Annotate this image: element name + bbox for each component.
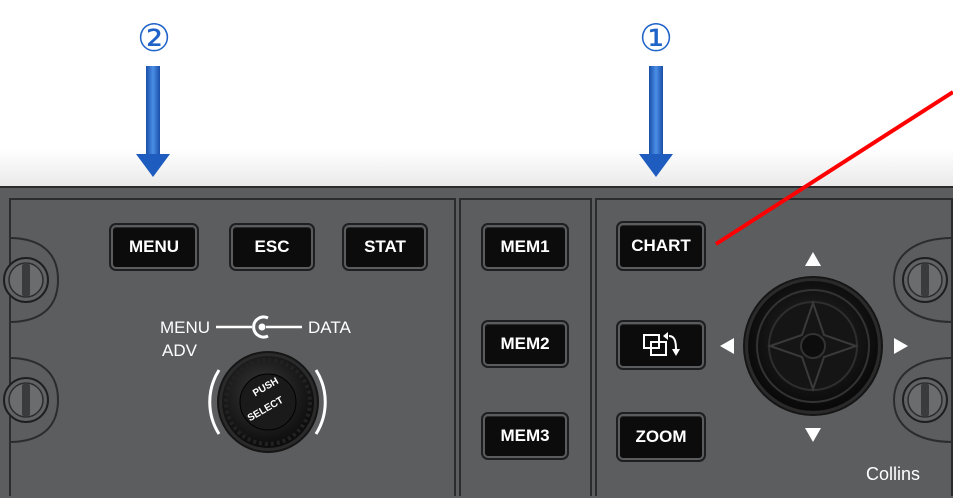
mount-screws-left-icon bbox=[3, 237, 60, 443]
triangle-left-icon bbox=[720, 338, 734, 354]
down-arrow-2-icon bbox=[136, 66, 170, 177]
triangle-down-icon bbox=[805, 428, 821, 442]
joystick[interactable] bbox=[748, 281, 878, 411]
down-arrow-1-icon bbox=[639, 66, 673, 177]
mem2-button[interactable]: MEM2 bbox=[483, 322, 567, 366]
triangle-up-icon bbox=[805, 252, 821, 266]
toggle-connector-icon bbox=[216, 315, 302, 339]
window-swap-icon bbox=[643, 332, 680, 356]
red-pointer-line bbox=[714, 90, 953, 246]
push-select-knob[interactable]: PUSH SELECT bbox=[222, 356, 314, 448]
knob-label-adv: ADV bbox=[162, 341, 197, 360]
window-swap-button[interactable] bbox=[618, 322, 704, 368]
joystick-icon bbox=[756, 289, 870, 403]
stat-button[interactable]: STAT bbox=[344, 225, 426, 269]
knob-label-data: DATA bbox=[308, 318, 351, 337]
triangle-right-icon bbox=[894, 338, 908, 354]
menu-button[interactable]: MENU bbox=[111, 225, 197, 269]
zoom-button[interactable]: ZOOM bbox=[618, 414, 704, 460]
mount-screws-right-icon bbox=[892, 237, 953, 443]
knob-label-menu: MENU bbox=[160, 318, 211, 337]
mem1-button[interactable]: MEM1 bbox=[483, 225, 567, 269]
chart-button[interactable]: CHART bbox=[618, 223, 704, 269]
brand-label: Collins bbox=[866, 464, 921, 484]
mem3-button[interactable]: MEM3 bbox=[483, 414, 567, 458]
esc-button[interactable]: ESC bbox=[231, 225, 313, 269]
